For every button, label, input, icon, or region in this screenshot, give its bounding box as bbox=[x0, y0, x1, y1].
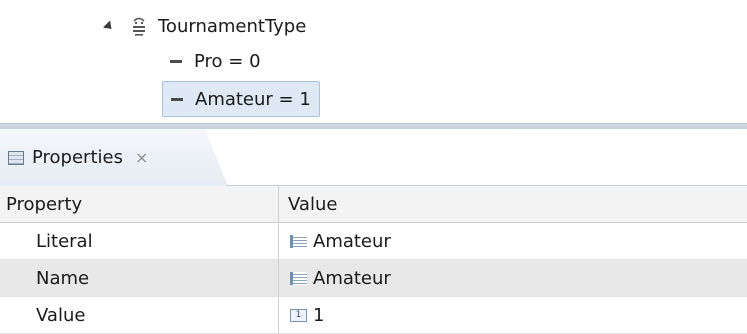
tree-node-literal-pro[interactable]: Pro = 0 bbox=[170, 47, 261, 75]
table-row[interactable]: Value 1 1 bbox=[0, 297, 747, 334]
literal-label: Pro = 0 bbox=[194, 50, 261, 72]
number-value-icon: 1 bbox=[290, 308, 307, 322]
properties-view: Properties ⨯ Property Value Literal Amat… bbox=[0, 129, 747, 334]
property-name: Literal bbox=[0, 223, 279, 259]
text-value-icon bbox=[290, 271, 307, 285]
property-name: Name bbox=[0, 260, 279, 296]
properties-table: Property Value Literal Amateur Name Amat… bbox=[0, 186, 747, 334]
properties-icon bbox=[8, 150, 24, 165]
text-value-icon bbox=[290, 234, 307, 248]
model-tree: TournamentType Pro = 0 Amateur = 1 bbox=[0, 0, 747, 122]
tab-properties[interactable]: Properties ⨯ bbox=[0, 129, 228, 186]
enum-literal-icon bbox=[170, 59, 182, 63]
enum-name: TournamentType bbox=[158, 15, 307, 37]
expand-arrow-icon[interactable] bbox=[102, 19, 116, 33]
property-value-cell[interactable]: 1 1 bbox=[279, 297, 747, 333]
property-name: Value bbox=[0, 297, 279, 333]
property-value: Amateur bbox=[313, 230, 391, 252]
property-value-cell[interactable]: Amateur bbox=[279, 223, 747, 259]
property-value: Amateur bbox=[313, 267, 391, 289]
enum-icon bbox=[133, 17, 145, 36]
table-row[interactable]: Name Amateur bbox=[0, 260, 747, 297]
enum-literal-icon bbox=[171, 97, 183, 101]
tree-node-literal-amateur[interactable]: Amateur = 1 bbox=[162, 81, 320, 117]
column-header-property[interactable]: Property bbox=[0, 186, 279, 222]
tab-label: Properties bbox=[32, 147, 123, 168]
column-header-value[interactable]: Value bbox=[279, 186, 747, 222]
literal-label: Amateur = 1 bbox=[195, 88, 311, 110]
tree-node-tournamenttype[interactable]: TournamentType bbox=[102, 12, 307, 40]
property-value-cell[interactable]: Amateur bbox=[279, 260, 747, 296]
table-row[interactable]: Literal Amateur bbox=[0, 223, 747, 260]
table-header: Property Value bbox=[0, 186, 747, 223]
property-value: 1 bbox=[313, 304, 325, 326]
close-icon[interactable]: ⨯ bbox=[135, 148, 148, 167]
view-tabbar: Properties ⨯ bbox=[0, 129, 747, 186]
